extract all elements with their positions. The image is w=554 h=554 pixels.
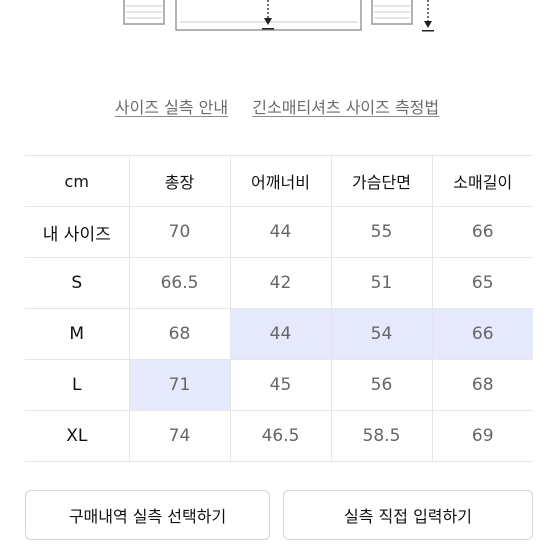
table-cell: 65 xyxy=(431,257,533,309)
table-row-xl[interactable]: XL 74 46.5 58.5 69 xyxy=(25,410,533,462)
row-label: XL xyxy=(25,410,129,462)
table-cell: 45 xyxy=(229,359,331,411)
actual-size-guide-link[interactable]: 사이즈 실측 안내 xyxy=(115,98,228,117)
column-header-chest: 가슴단면 xyxy=(330,155,432,207)
table-row-s[interactable]: S 66.5 42 51 65 xyxy=(25,257,533,309)
table-cell: 66.5 xyxy=(128,257,230,309)
column-header-length: 총장 xyxy=(128,155,230,207)
table-cell: 56 xyxy=(330,359,432,411)
table-cell: 74 xyxy=(128,410,230,462)
row-label: L xyxy=(25,359,129,411)
direct-input-measurement-button[interactable]: 실측 직접 입력하기 xyxy=(283,490,533,540)
table-cell: 42 xyxy=(229,257,331,309)
table-row-l[interactable]: L 71 45 56 68 xyxy=(25,359,533,411)
table-cell-highlighted: 66 xyxy=(431,308,533,360)
table-cell: 51 xyxy=(330,257,432,309)
measure-guide-link[interactable]: 긴소매티셔츠 사이즈 측정법 xyxy=(252,98,439,117)
column-header-unit: cm xyxy=(25,155,129,207)
table-cell: 68 xyxy=(128,308,230,360)
table-row-my-size: 내 사이즈 70 44 55 66 xyxy=(25,206,533,258)
column-header-shoulder: 어깨너비 xyxy=(229,155,331,207)
table-cell: 44 xyxy=(229,206,331,258)
table-cell: 46.5 xyxy=(229,410,331,462)
table-cell: 69 xyxy=(431,410,533,462)
table-cell: 58.5 xyxy=(330,410,432,462)
row-label: 내 사이즈 xyxy=(25,206,129,258)
table-cell: 70 xyxy=(128,206,230,258)
header-row: cm 총장 어깨너비 가슴단면 소매길이 xyxy=(25,155,533,207)
table-cell: 66 xyxy=(431,206,533,258)
table-row-m[interactable]: M 68 44 54 66 xyxy=(25,308,533,360)
column-header-sleeve: 소매길이 xyxy=(431,155,533,207)
measurement-diagram xyxy=(123,0,434,32)
table-cell: 55 xyxy=(330,206,432,258)
size-table: cm 총장 어깨너비 가슴단면 소매길이 내 사이즈 70 44 55 66 S… xyxy=(25,155,533,462)
table-cell-highlighted: 54 xyxy=(330,308,432,360)
table-cell-highlighted: 44 xyxy=(229,308,331,360)
row-label: S xyxy=(25,257,129,309)
table-cell: 68 xyxy=(431,359,533,411)
table-cell-highlighted: 71 xyxy=(128,359,230,411)
row-label: M xyxy=(25,308,129,360)
size-guide-links: 사이즈 실측 안내 긴소매티셔츠 사이즈 측정법 xyxy=(0,94,554,118)
select-purchase-measurement-button[interactable]: 구매내역 실측 선택하기 xyxy=(25,490,270,540)
